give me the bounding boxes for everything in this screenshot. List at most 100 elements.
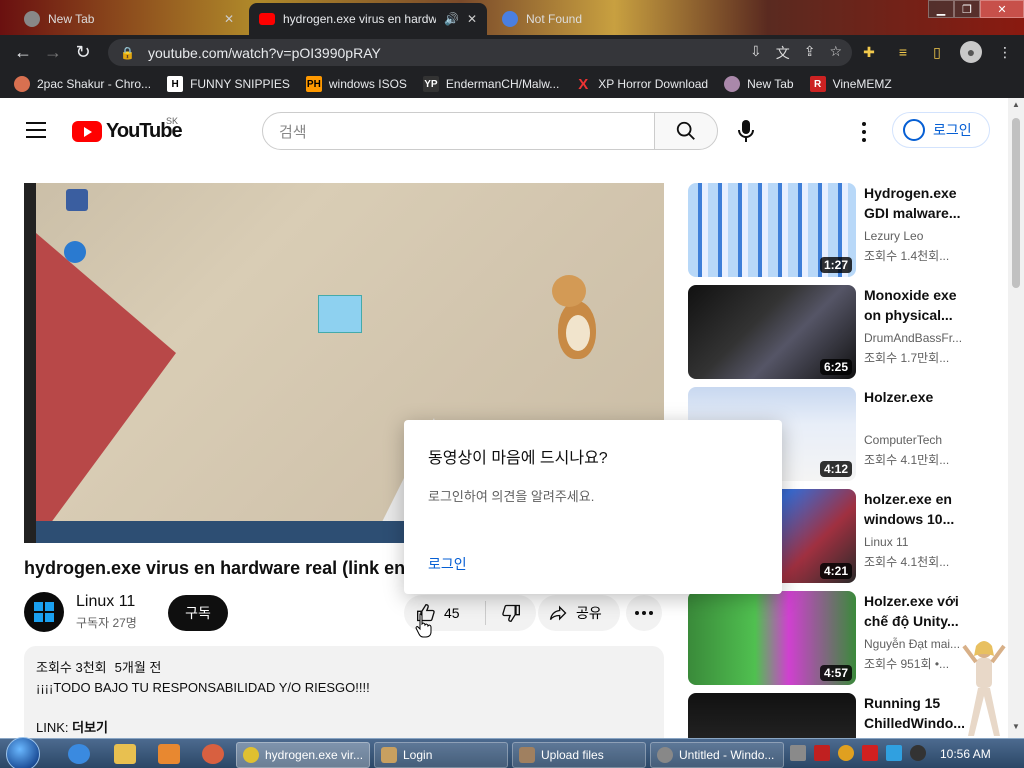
recommendation-title[interactable]: Hydrogen.exe GDI malware... bbox=[864, 183, 964, 223]
system-tray bbox=[790, 745, 926, 761]
microphone-icon[interactable] bbox=[732, 116, 760, 146]
bookmark-windows-isos[interactable]: PH windows ISOS bbox=[305, 76, 407, 92]
channel-name[interactable]: Linux 11 bbox=[76, 593, 137, 611]
bookmark-funny-snippies[interactable]: H FUNNY SNIPPIES bbox=[167, 76, 290, 92]
channel-info: Linux 11 구독자 27명 bbox=[24, 592, 137, 632]
video-thumbnail[interactable]: 6:25 bbox=[688, 285, 856, 379]
speaker-icon[interactable]: 🔊 bbox=[444, 12, 459, 26]
taskbar-button-untitled[interactable]: Untitled - Windo... bbox=[650, 742, 784, 768]
duration-badge: 6:25 bbox=[819, 359, 852, 375]
recommendation-title[interactable]: Holzer.exe với chế độ Unity... bbox=[864, 591, 964, 631]
search-button[interactable] bbox=[654, 112, 718, 150]
youtube-logo[interactable]: YouTube SK bbox=[72, 116, 183, 143]
recommendation-item[interactable]: 6:25 Monoxide exe on physical... DrumAnd… bbox=[688, 285, 998, 379]
screen: New Tab ✕ hydrogen.exe virus en hardw 🔊 … bbox=[0, 0, 1024, 768]
recommendation-title[interactable]: Monoxide exe on physical... bbox=[864, 285, 964, 325]
taskbar-button-upload[interactable]: Upload files bbox=[512, 742, 646, 768]
bookmark-2pac[interactable]: 2pac Shakur - Chro... bbox=[14, 76, 151, 92]
hamburger-menu-icon[interactable] bbox=[26, 122, 46, 138]
recommendation-title[interactable]: Running 15 ChilledWindo... bbox=[864, 693, 964, 733]
start-orb-icon[interactable] bbox=[6, 737, 40, 768]
tray-icon[interactable] bbox=[790, 745, 806, 761]
recommendation-channel[interactable]: Lezury Leo bbox=[864, 229, 964, 243]
search-input[interactable]: 검색 bbox=[262, 112, 655, 150]
duration-badge: 4:21 bbox=[819, 563, 852, 579]
media-player-icon[interactable] bbox=[158, 744, 180, 764]
youtube-play-icon bbox=[72, 121, 102, 142]
login-button[interactable]: 로그인 bbox=[892, 112, 990, 148]
share-icon[interactable]: ⇪ bbox=[804, 43, 816, 63]
tray-icon[interactable] bbox=[838, 745, 854, 761]
music-icon bbox=[14, 76, 30, 92]
tab-hydrogen-video[interactable]: hydrogen.exe virus en hardw 🔊 ✕ bbox=[249, 3, 487, 35]
hand-cursor-icon bbox=[415, 613, 432, 638]
scrollbar-thumb[interactable] bbox=[1012, 118, 1020, 288]
close-window-icon[interactable]: ✕ bbox=[980, 0, 1024, 18]
address-bar[interactable]: 🔒 youtube.com/watch?v=pOI3990pRAY ⇩ 文 ⇪ … bbox=[108, 39, 852, 66]
recommendation-item[interactable]: Running 15 ChilledWindo... bbox=[688, 693, 998, 738]
recommendation-title[interactable]: Holzer.exe bbox=[864, 387, 964, 427]
scroll-up-arrow-icon[interactable]: ▲ bbox=[1008, 100, 1024, 114]
taskbar-button-login[interactable]: Login bbox=[374, 742, 508, 768]
recommendation-channel[interactable]: ComputerTech bbox=[864, 433, 964, 447]
video-thumbnail[interactable]: 4:57 bbox=[688, 591, 856, 685]
share-button[interactable]: 공유 bbox=[538, 595, 620, 631]
recommendation-item[interactable]: 1:27 Hydrogen.exe GDI malware... Lezury … bbox=[688, 183, 998, 277]
video-thumbnail[interactable]: 1:27 bbox=[688, 183, 856, 277]
channel-avatar[interactable] bbox=[24, 592, 64, 632]
browser-toolbar: ← → ↻ 🔒 youtube.com/watch?v=pOI3990pRAY … bbox=[0, 35, 1024, 70]
globe-icon bbox=[724, 76, 741, 92]
bookmark-star-icon[interactable]: ☆ bbox=[829, 43, 842, 63]
recommendation-channel[interactable]: Linux 11 bbox=[864, 535, 964, 549]
forward-arrow-icon[interactable]: → bbox=[38, 38, 68, 68]
bookmark-xp-horror[interactable]: X XP Horror Download bbox=[575, 76, 708, 93]
tray-icon[interactable] bbox=[814, 745, 830, 761]
minimize-icon[interactable]: ▁ bbox=[928, 0, 954, 18]
recommendation-title[interactable]: holzer.exe en windows 10... bbox=[864, 489, 964, 529]
internet-explorer-icon[interactable] bbox=[68, 744, 90, 764]
subscribe-button[interactable]: 구독 bbox=[168, 595, 228, 631]
bookmark-vinememz[interactable]: R VineMEMZ bbox=[809, 76, 892, 92]
clock[interactable]: 10:56 AM bbox=[940, 747, 991, 761]
user-icon bbox=[381, 747, 397, 763]
chrome-menu-icon[interactable]: ⋮ bbox=[994, 41, 1016, 63]
show-more-link[interactable]: 더보기 bbox=[72, 720, 108, 735]
dislike-button[interactable] bbox=[486, 603, 536, 623]
video-thumbnail[interactable] bbox=[688, 693, 856, 738]
duration-badge: 4:12 bbox=[819, 461, 852, 477]
network-icon[interactable] bbox=[886, 745, 902, 761]
media-queue-icon[interactable]: ≡ bbox=[892, 41, 914, 63]
app-icon[interactable] bbox=[202, 744, 224, 764]
tab-strip: New Tab ✕ hydrogen.exe virus en hardw 🔊 … bbox=[0, 0, 1024, 35]
reload-icon[interactable]: ↻ bbox=[68, 38, 98, 68]
folder-icon[interactable] bbox=[114, 744, 136, 764]
bookmark-new-tab[interactable]: New Tab bbox=[724, 76, 794, 92]
country-code: SK bbox=[166, 116, 179, 126]
toolbar-right: ✚ ≡ ▯ ● ⋮ bbox=[858, 41, 1016, 63]
video-title: hydrogen.exe virus en hardware real (lin… bbox=[24, 558, 404, 578]
extensions-puzzle-icon[interactable]: ✚ bbox=[858, 41, 880, 63]
video-description[interactable]: 조회수 3천회 5개월 전 ¡¡¡¡TODO BAJO TU RESPONSABI… bbox=[24, 646, 664, 738]
close-tab-icon[interactable]: ✕ bbox=[467, 12, 477, 26]
recommendation-channel[interactable]: DrumAndBassFr... bbox=[864, 331, 964, 345]
tab-new-tab[interactable]: New Tab ✕ bbox=[14, 3, 244, 35]
desktop-icon bbox=[64, 241, 86, 263]
popup-login-link[interactable]: 로그인 bbox=[428, 554, 467, 574]
lock-icon[interactable]: 🔒 bbox=[120, 46, 136, 60]
settings-more-icon[interactable] bbox=[854, 120, 874, 144]
recommendation-item[interactable]: 4:57 Holzer.exe với chế độ Unity... Nguy… bbox=[688, 591, 998, 685]
volume-icon[interactable] bbox=[910, 745, 926, 761]
bookmark-endermanch[interactable]: YP EndermanCH/Malw... bbox=[422, 76, 559, 92]
translate-icon[interactable]: 文 bbox=[776, 43, 790, 63]
profile-avatar-icon[interactable]: ● bbox=[960, 41, 982, 63]
side-panel-icon[interactable]: ▯ bbox=[926, 41, 948, 63]
more-actions-icon[interactable] bbox=[626, 595, 662, 631]
flag-icon[interactable] bbox=[862, 745, 878, 761]
taskbar-button-chrome[interactable]: hydrogen.exe vir... bbox=[236, 742, 370, 768]
restore-icon[interactable]: ❐ bbox=[954, 0, 980, 18]
tab-not-found[interactable]: Not Found bbox=[492, 3, 722, 35]
back-arrow-icon[interactable]: ← bbox=[8, 38, 38, 68]
install-icon[interactable]: ⇩ bbox=[750, 43, 762, 63]
close-tab-icon[interactable]: ✕ bbox=[224, 12, 234, 26]
recommendation-channel[interactable]: Nguyễn Đạt mai... bbox=[864, 637, 964, 651]
